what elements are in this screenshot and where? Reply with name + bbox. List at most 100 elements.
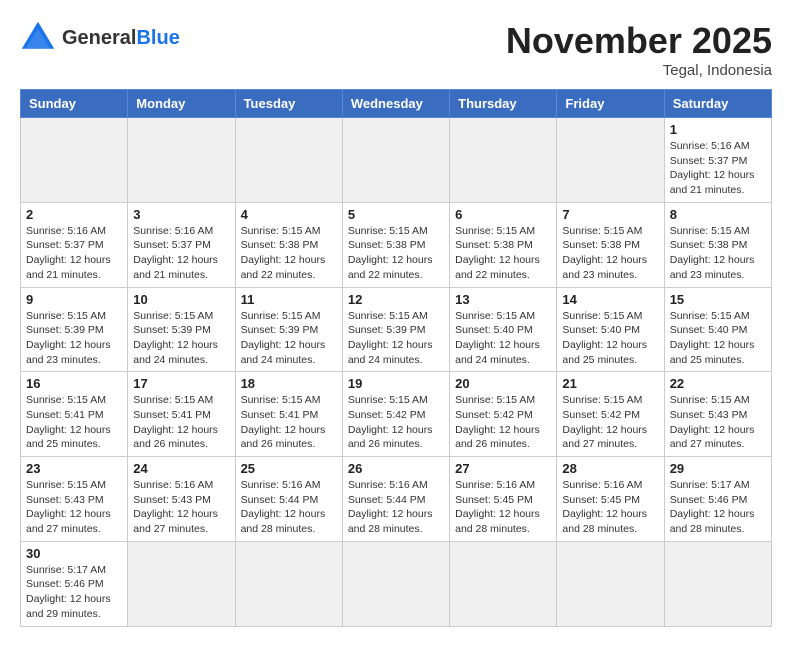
calendar-week-row: 9Sunrise: 5:15 AM Sunset: 5:39 PM Daylig… (21, 287, 772, 372)
calendar-cell: 30Sunrise: 5:17 AM Sunset: 5:46 PM Dayli… (21, 541, 128, 626)
logo: GeneralBlue (20, 20, 180, 56)
day-number: 15 (670, 292, 766, 307)
calendar-cell: 2 Sunrise: 5:16 AM Sunset: 5:37 PM Daylig… (21, 202, 128, 287)
day-number: 20 (455, 376, 551, 391)
day-info: Sunrise: 5:16 AM Sunset: 5:37 PM Dayligh… (133, 224, 229, 283)
calendar-cell: 6 Sunrise: 5:15 AM Sunset: 5:38 PM Daylig… (450, 202, 557, 287)
day-info: Sunrise: 5:15 AM Sunset: 5:41 PM Dayligh… (133, 393, 229, 452)
calendar-cell (557, 541, 664, 626)
calendar-cell: 18Sunrise: 5:15 AM Sunset: 5:41 PM Dayli… (235, 372, 342, 457)
day-number: 21 (562, 376, 658, 391)
day-number: 28 (562, 461, 658, 476)
day-number: 25 (241, 461, 337, 476)
calendar-cell (664, 541, 771, 626)
calendar-cell (557, 118, 664, 203)
day-info: Sunrise: 5:15 AM Sunset: 5:42 PM Dayligh… (562, 393, 658, 452)
calendar-cell: 5 Sunrise: 5:15 AM Sunset: 5:38 PM Daylig… (342, 202, 449, 287)
logo-text: GeneralBlue (62, 27, 180, 50)
day-info: Sunrise: 5:15 AM Sunset: 5:39 PM Dayligh… (241, 309, 337, 368)
day-number: 3 (133, 207, 229, 222)
day-number: 13 (455, 292, 551, 307)
day-info: Sunrise: 5:15 AM Sunset: 5:43 PM Dayligh… (26, 478, 122, 537)
calendar-cell (128, 118, 235, 203)
day-info: Sunrise: 5:15 AM Sunset: 5:40 PM Dayligh… (562, 309, 658, 368)
day-number: 29 (670, 461, 766, 476)
day-number: 30 (26, 546, 122, 561)
calendar-cell (450, 541, 557, 626)
calendar-week-row: 16 Sunrise: 5:15 AM Sunset: 5:41 PM Dayli… (21, 372, 772, 457)
day-info: Sunrise: 5:16 AM Sunset: 5:44 PM Dayligh… (241, 478, 337, 537)
calendar-cell: 25 Sunrise: 5:16 AM Sunset: 5:44 PM Dayli… (235, 457, 342, 542)
calendar-cell: 26 Sunrise: 5:16 AM Sunset: 5:44 PM Dayli… (342, 457, 449, 542)
calendar-cell (342, 118, 449, 203)
title-block: November 2025 Tegal, Indonesia (506, 20, 772, 79)
day-info: Sunrise: 5:15 AM Sunset: 5:38 PM Dayligh… (562, 224, 658, 283)
col-header-thursday: Thursday (450, 90, 557, 118)
day-info: Sunrise: 5:16 AM Sunset: 5:44 PM Dayligh… (348, 478, 444, 537)
col-header-sunday: Sunday (21, 90, 128, 118)
calendar-week-row: 1 Sunrise: 5:16 AM Sunset: 5:37 PM Daylig… (21, 118, 772, 203)
day-info: Sunrise: 5:15 AM Sunset: 5:40 PM Dayligh… (670, 309, 766, 368)
calendar-cell (235, 118, 342, 203)
day-number: 17 (133, 376, 229, 391)
col-header-tuesday: Tuesday (235, 90, 342, 118)
day-info: Sunrise: 5:16 AM Sunset: 5:43 PM Dayligh… (133, 478, 229, 537)
col-header-monday: Monday (128, 90, 235, 118)
day-number: 19 (348, 376, 444, 391)
day-info: Sunrise: 5:15 AM Sunset: 5:38 PM Dayligh… (348, 224, 444, 283)
day-info: Sunrise: 5:15 AM Sunset: 5:41 PM Dayligh… (26, 393, 122, 452)
day-info: Sunrise: 5:15 AM Sunset: 5:39 PM Dayligh… (348, 309, 444, 368)
calendar-cell: 10Sunrise: 5:15 AM Sunset: 5:39 PM Dayli… (128, 287, 235, 372)
calendar-cell: 23 Sunrise: 5:15 AM Sunset: 5:43 PM Dayli… (21, 457, 128, 542)
calendar-cell (21, 118, 128, 203)
day-info: Sunrise: 5:15 AM Sunset: 5:38 PM Dayligh… (670, 224, 766, 283)
day-number: 26 (348, 461, 444, 476)
calendar-cell: 12 Sunrise: 5:15 AM Sunset: 5:39 PM Dayli… (342, 287, 449, 372)
calendar-cell: 22 Sunrise: 5:15 AM Sunset: 5:43 PM Dayli… (664, 372, 771, 457)
calendar-cell (450, 118, 557, 203)
day-number: 7 (562, 207, 658, 222)
day-info: Sunrise: 5:15 AM Sunset: 5:40 PM Dayligh… (455, 309, 551, 368)
day-number: 6 (455, 207, 551, 222)
calendar-cell: 28Sunrise: 5:16 AM Sunset: 5:45 PM Dayli… (557, 457, 664, 542)
location-subtitle: Tegal, Indonesia (506, 62, 772, 79)
calendar-cell: 19 Sunrise: 5:15 AM Sunset: 5:42 PM Dayli… (342, 372, 449, 457)
calendar-cell: 9Sunrise: 5:15 AM Sunset: 5:39 PM Daylig… (21, 287, 128, 372)
day-number: 16 (26, 376, 122, 391)
col-header-saturday: Saturday (664, 90, 771, 118)
day-number: 2 (26, 207, 122, 222)
day-number: 23 (26, 461, 122, 476)
calendar-cell: 11 Sunrise: 5:15 AM Sunset: 5:39 PM Dayli… (235, 287, 342, 372)
day-number: 5 (348, 207, 444, 222)
day-info: Sunrise: 5:15 AM Sunset: 5:43 PM Dayligh… (670, 393, 766, 452)
calendar-cell: 4 Sunrise: 5:15 AM Sunset: 5:38 PM Daylig… (235, 202, 342, 287)
day-number: 22 (670, 376, 766, 391)
day-info: Sunrise: 5:16 AM Sunset: 5:37 PM Dayligh… (670, 139, 766, 198)
day-number: 1 (670, 122, 766, 137)
day-info: Sunrise: 5:17 AM Sunset: 5:46 PM Dayligh… (670, 478, 766, 537)
col-header-friday: Friday (557, 90, 664, 118)
page-header: GeneralBlue November 2025 Tegal, Indones… (20, 20, 772, 79)
calendar-cell (342, 541, 449, 626)
day-number: 4 (241, 207, 337, 222)
day-number: 18 (241, 376, 337, 391)
calendar-cell: 8Sunrise: 5:15 AM Sunset: 5:38 PM Daylig… (664, 202, 771, 287)
calendar-cell: 17 Sunrise: 5:15 AM Sunset: 5:41 PM Dayli… (128, 372, 235, 457)
day-info: Sunrise: 5:16 AM Sunset: 5:37 PM Dayligh… (26, 224, 122, 283)
day-info: Sunrise: 5:15 AM Sunset: 5:42 PM Dayligh… (455, 393, 551, 452)
calendar-cell: 15 Sunrise: 5:15 AM Sunset: 5:40 PM Dayli… (664, 287, 771, 372)
calendar-cell: 20 Sunrise: 5:15 AM Sunset: 5:42 PM Dayli… (450, 372, 557, 457)
calendar-cell: 1 Sunrise: 5:16 AM Sunset: 5:37 PM Daylig… (664, 118, 771, 203)
day-info: Sunrise: 5:15 AM Sunset: 5:38 PM Dayligh… (241, 224, 337, 283)
day-number: 11 (241, 292, 337, 307)
calendar-cell: 27Sunrise: 5:16 AM Sunset: 5:45 PM Dayli… (450, 457, 557, 542)
day-info: Sunrise: 5:15 AM Sunset: 5:42 PM Dayligh… (348, 393, 444, 452)
calendar-cell: 3 Sunrise: 5:16 AM Sunset: 5:37 PM Daylig… (128, 202, 235, 287)
day-number: 10 (133, 292, 229, 307)
day-info: Sunrise: 5:16 AM Sunset: 5:45 PM Dayligh… (455, 478, 551, 537)
day-info: Sunrise: 5:15 AM Sunset: 5:38 PM Dayligh… (455, 224, 551, 283)
month-title: November 2025 (506, 20, 772, 62)
day-number: 12 (348, 292, 444, 307)
calendar-cell: 7 Sunrise: 5:15 AM Sunset: 5:38 PM Daylig… (557, 202, 664, 287)
calendar-cell (128, 541, 235, 626)
